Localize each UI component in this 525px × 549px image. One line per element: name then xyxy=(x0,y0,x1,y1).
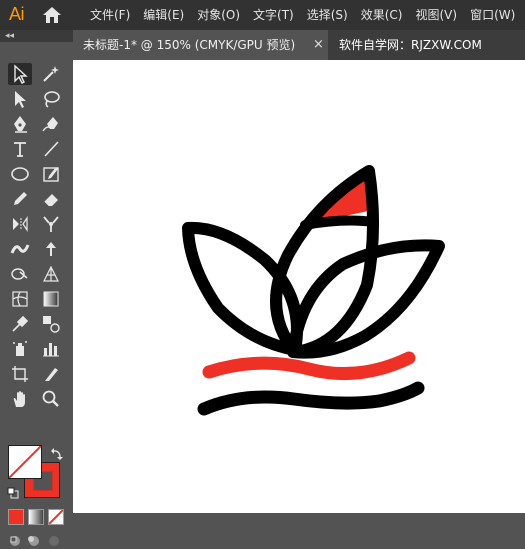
collapse-panel-icon[interactable]: ◂◂ xyxy=(5,31,14,41)
default-fill-stroke-icon[interactable] xyxy=(7,487,19,499)
eraser-tool-icon[interactable] xyxy=(39,188,63,210)
none-slash-icon xyxy=(48,509,64,525)
black-wave-stroke xyxy=(197,381,425,416)
app-logo: Ai xyxy=(9,4,25,24)
shape-builder-tool-icon[interactable] xyxy=(8,263,32,285)
close-tab-icon[interactable]: × xyxy=(313,30,324,60)
no-fill-slash-icon xyxy=(9,446,41,478)
paintbrush-tool-icon[interactable] xyxy=(39,163,63,185)
menu-object[interactable]: 对象(O) xyxy=(197,0,240,30)
swap-fill-stroke-icon[interactable] xyxy=(50,447,64,461)
width-tool-icon[interactable] xyxy=(8,238,32,260)
hand-tool-icon[interactable] xyxy=(8,388,32,410)
lotus-artwork xyxy=(182,165,445,416)
document-tab-bar: 未标题-1* @ 150% (CMYK/GPU 预览) × 软件自学网：RJZX… xyxy=(73,30,525,60)
column-graph-tool-icon[interactable] xyxy=(39,338,63,360)
zoom-tool-icon[interactable] xyxy=(39,388,63,410)
menu-edit[interactable]: 编辑(E) xyxy=(143,0,184,30)
menu-bar: Ai 文件(F) 编辑(E) 对象(O) 文字(T) 选择(S) 效果(C) 视… xyxy=(0,0,525,30)
fill-color-swatch[interactable] xyxy=(8,445,42,479)
menu-type[interactable]: 文字(T) xyxy=(253,0,294,30)
type-tool-icon[interactable] xyxy=(8,138,32,160)
artboard-tool-icon[interactable] xyxy=(8,363,32,385)
symbol-sprayer-tool-icon[interactable] xyxy=(8,338,32,360)
menu-effect[interactable]: 效果(C) xyxy=(361,0,403,30)
mesh-tool-icon[interactable] xyxy=(8,288,32,310)
curvature-tool-icon[interactable] xyxy=(39,113,63,135)
menu-select[interactable]: 选择(S) xyxy=(307,0,348,30)
blend-tool-icon[interactable] xyxy=(39,313,63,335)
perspective-grid-tool-icon[interactable] xyxy=(39,263,63,285)
artboard-canvas[interactable] xyxy=(73,60,525,513)
menu-view[interactable]: 视图(V) xyxy=(415,0,457,30)
free-transform-tool-icon[interactable] xyxy=(39,238,63,260)
pencil-tool-icon[interactable] xyxy=(8,188,32,210)
document-tab[interactable]: 未标题-1* @ 150% (CMYK/GPU 预览) × xyxy=(73,30,328,60)
magic-wand-tool-icon[interactable] xyxy=(39,63,63,85)
menu-items: 文件(F) 编辑(E) 对象(O) 文字(T) 选择(S) 效果(C) 视图(V… xyxy=(90,0,525,30)
menu-file[interactable]: 文件(F) xyxy=(90,0,130,30)
rotate-tool-icon[interactable] xyxy=(8,213,32,235)
scale-tool-icon[interactable] xyxy=(39,213,63,235)
selection-tool-icon[interactable] xyxy=(8,63,32,85)
site-watermark: 软件自学网：RJZXW.COM xyxy=(339,38,482,52)
document-tab-label: 未标题-1* @ 150% (CMYK/GPU 预览) xyxy=(83,38,296,52)
menu-window[interactable]: 窗口(W) xyxy=(470,0,515,30)
line-segment-tool-icon[interactable] xyxy=(39,138,63,160)
lasso-tool-icon[interactable] xyxy=(39,88,63,110)
pen-tool-icon[interactable] xyxy=(8,113,32,135)
eyedropper-tool-icon[interactable] xyxy=(8,313,32,335)
none-mode-button[interactable] xyxy=(48,509,64,525)
direct-selection-tool-icon[interactable] xyxy=(8,88,32,110)
center-petal-inner-line xyxy=(300,215,378,230)
color-mode-button[interactable] xyxy=(8,509,24,525)
gradient-tool-icon[interactable] xyxy=(39,288,63,310)
ellipse-tool-icon[interactable] xyxy=(8,163,32,185)
gradient-mode-button[interactable] xyxy=(28,509,44,525)
red-wave-stroke xyxy=(202,351,416,381)
draw-mode-icons[interactable] xyxy=(8,533,64,549)
home-icon[interactable] xyxy=(42,6,62,24)
slice-tool-icon[interactable] xyxy=(39,363,63,385)
tools-panel xyxy=(0,42,73,546)
